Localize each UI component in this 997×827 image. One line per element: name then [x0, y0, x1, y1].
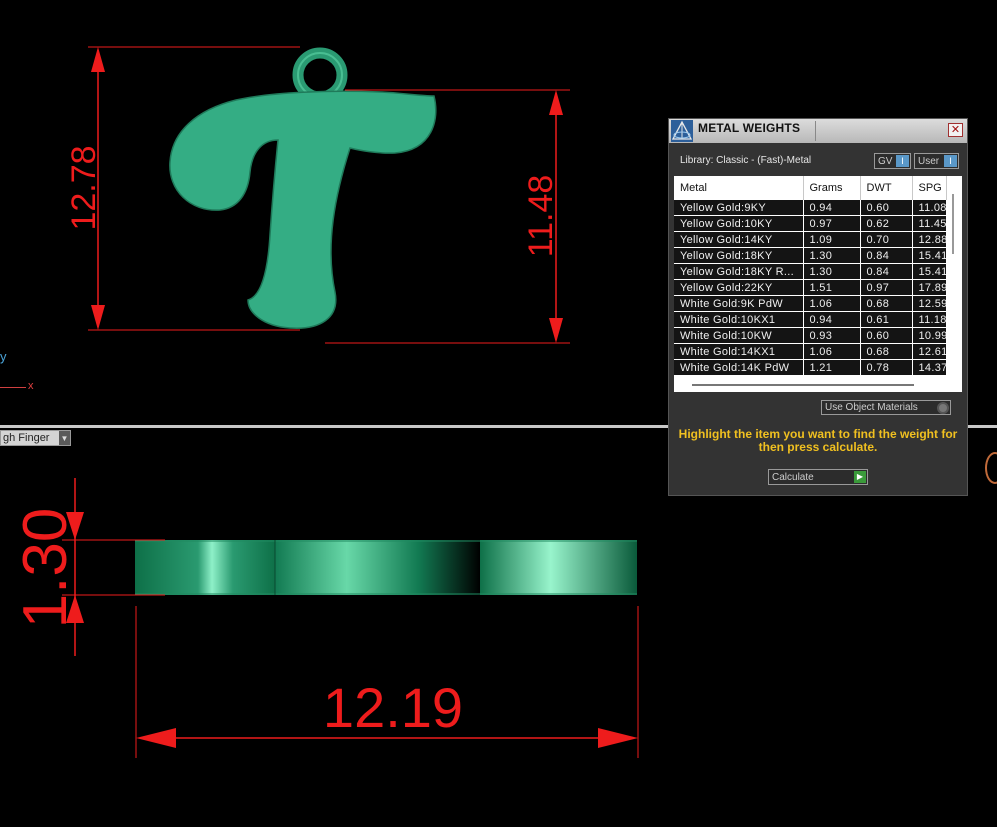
table-row[interactable]: Yellow Gold:22KY 1.51 0.97 17.89	[674, 279, 947, 296]
cell-dwt: 0.68	[860, 295, 913, 312]
cell-metal: White Gold:9K PdW	[674, 295, 804, 312]
cell-spg: 15.41	[912, 263, 947, 280]
column-header-dwt[interactable]: DWT	[860, 176, 913, 200]
calculate-button-label: Calculate	[772, 471, 814, 483]
gv-toggle[interactable]: GV I	[874, 153, 911, 169]
cell-spg: 10.99	[912, 327, 947, 344]
column-header-spg[interactable]: SPG	[912, 176, 947, 200]
instruction-message: Highlight the item you want to find the …	[678, 427, 958, 454]
use-object-materials-label: Use Object Materials	[825, 402, 918, 413]
cell-spg: 17.89	[912, 279, 947, 296]
close-icon[interactable]: ✕	[948, 123, 963, 137]
app-logo-icon	[671, 120, 693, 142]
metal-weights-panel: METAL WEIGHTS ✕ Library: Classic - (Fast…	[668, 118, 968, 496]
axis-y-label: y	[0, 349, 7, 364]
toggle-indicator-icon: I	[944, 155, 957, 167]
table-row[interactable]: Yellow Gold:9KY 0.94 0.60 11.08	[674, 200, 947, 216]
cell-grams: 0.93	[803, 327, 861, 344]
cell-metal: White Gold:10KX1	[674, 311, 804, 328]
cell-metal: Yellow Gold:18KY R...	[674, 263, 804, 280]
table-row[interactable]: Yellow Gold:18KY R... 1.30 0.84 15.41	[674, 263, 947, 280]
calculate-button[interactable]: Calculate ▶	[768, 469, 868, 485]
library-label: Library: Classic - (Fast)-Metal	[680, 155, 812, 166]
cell-grams: 0.94	[803, 311, 861, 328]
cell-metal: White Gold:10KW	[674, 327, 804, 344]
toggle-indicator-icon: I	[896, 155, 909, 167]
play-arrow-icon: ▶	[854, 471, 866, 483]
panel-title: METAL WEIGHTS	[698, 121, 801, 135]
dropdown-arrow-icon: ▼	[59, 431, 70, 445]
cell-metal: Yellow Gold:18KY	[674, 247, 804, 264]
titlebar-separator	[815, 121, 816, 141]
cell-spg: 12.88	[912, 231, 947, 248]
cell-dwt: 0.70	[860, 231, 913, 248]
table-row[interactable]: White Gold:10KW 0.93 0.60 10.99	[674, 327, 947, 344]
cell-grams: 1.30	[803, 263, 861, 280]
cell-metal: Yellow Gold:22KY	[674, 279, 804, 296]
cell-grams: 1.51	[803, 279, 861, 296]
axis-x-label: x	[28, 380, 34, 392]
column-header-grams[interactable]: Grams	[803, 176, 861, 200]
dim-height-total: 12.78	[65, 145, 103, 230]
table-row[interactable]: White Gold:14KX1 1.06 0.68 12.61	[674, 343, 947, 360]
table-row[interactable]: White Gold:10KX1 0.94 0.61 11.18	[674, 311, 947, 328]
view-select[interactable]: gh Finger ▼	[0, 430, 71, 446]
cell-dwt: 0.62	[860, 215, 913, 232]
cell-metal: White Gold:14KX1	[674, 343, 804, 360]
cell-dwt: 0.97	[860, 279, 913, 296]
cell-dwt: 0.84	[860, 263, 913, 280]
cell-spg: 14.37	[912, 359, 947, 376]
cell-dwt: 0.60	[860, 200, 913, 216]
cell-spg: 12.61	[912, 343, 947, 360]
table-row[interactable]: White Gold:9K PdW 1.06 0.68 12.59	[674, 295, 947, 312]
cell-grams: 1.21	[803, 359, 861, 376]
metal-table-container[interactable]: Metal Grams DWT SPG Yellow Gold:9KY 0.94 0…	[674, 176, 962, 392]
cell-metal: Yellow Gold:10KY	[674, 215, 804, 232]
use-object-materials-toggle[interactable]: Use Object Materials	[821, 400, 951, 415]
table-vertical-scrollbar[interactable]	[952, 194, 954, 254]
view-select-label: gh Finger	[3, 432, 50, 444]
cell-grams: 1.06	[803, 343, 861, 360]
cell-grams: 0.97	[803, 215, 861, 232]
cell-dwt: 0.78	[860, 359, 913, 376]
cell-metal: Yellow Gold:9KY	[674, 200, 804, 216]
gv-toggle-label: GV	[878, 155, 893, 167]
cell-dwt: 0.61	[860, 311, 913, 328]
cell-grams: 1.30	[803, 247, 861, 264]
cell-spg: 11.08	[912, 200, 947, 216]
table-row[interactable]: White Gold:14K PdW 1.21 0.78 14.37	[674, 359, 947, 376]
dim-thickness: 1.30	[11, 508, 80, 629]
pendant-letter-t	[169, 90, 437, 329]
dim-width: 12.19	[323, 676, 463, 739]
cell-metal: Yellow Gold:14KY	[674, 231, 804, 248]
column-header-metal[interactable]: Metal	[674, 176, 804, 200]
cell-dwt: 0.68	[860, 343, 913, 360]
cell-grams: 1.06	[803, 295, 861, 312]
metal-table: Metal Grams DWT SPG Yellow Gold:9KY 0.94 0…	[674, 176, 947, 376]
radio-indicator-icon	[937, 401, 949, 414]
cell-dwt: 0.84	[860, 247, 913, 264]
user-toggle-label: User	[918, 155, 940, 167]
table-row[interactable]: Yellow Gold:10KY 0.97 0.62 11.45	[674, 215, 947, 232]
cell-spg: 11.45	[912, 215, 947, 232]
cell-grams: 1.09	[803, 231, 861, 248]
cell-grams: 0.94	[803, 200, 861, 216]
dim-height-letter: 11.48	[522, 175, 560, 258]
cell-spg: 11.18	[912, 311, 947, 328]
cell-metal: White Gold:14K PdW	[674, 359, 804, 376]
table-row[interactable]: Yellow Gold:18KY 1.30 0.84 15.41	[674, 247, 947, 264]
table-horizontal-scrollbar[interactable]	[692, 384, 914, 386]
cell-spg: 12.59	[912, 295, 947, 312]
cell-dwt: 0.60	[860, 327, 913, 344]
user-toggle[interactable]: User I	[914, 153, 959, 169]
cell-spg: 15.41	[912, 247, 947, 264]
axis-x-line	[0, 387, 26, 388]
panel-titlebar[interactable]: METAL WEIGHTS ✕	[669, 119, 967, 143]
table-header-row: Metal Grams DWT SPG	[674, 176, 947, 200]
table-row[interactable]: Yellow Gold:14KY 1.09 0.70 12.88	[674, 231, 947, 248]
